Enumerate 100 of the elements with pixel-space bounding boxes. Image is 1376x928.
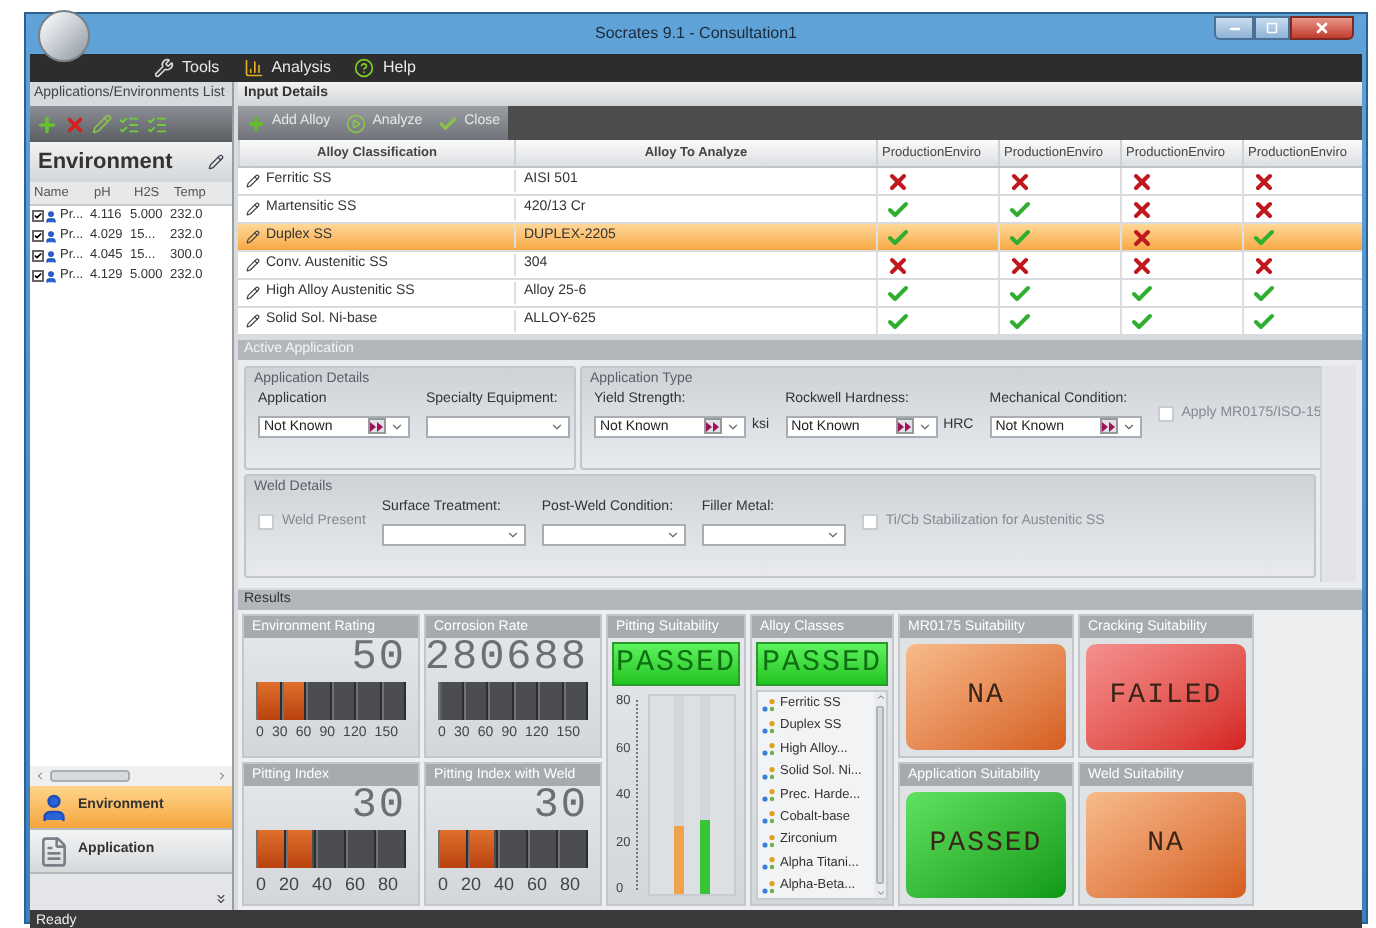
edit-icon[interactable] bbox=[246, 258, 260, 272]
tick-label: 20 bbox=[278, 872, 299, 898]
dropdown-field[interactable] bbox=[426, 415, 570, 437]
vertical-scrollbar[interactable] bbox=[874, 692, 886, 898]
forward-icon[interactable] bbox=[704, 418, 722, 434]
menu-item[interactable]: Analysis bbox=[243, 56, 331, 80]
tick-label: 0 bbox=[438, 872, 449, 898]
gauge-segment bbox=[463, 682, 488, 720]
play-icon bbox=[346, 113, 367, 133]
close-button[interactable] bbox=[1290, 16, 1354, 40]
list-icon[interactable] bbox=[146, 113, 168, 135]
app-orb-icon[interactable] bbox=[38, 10, 90, 62]
checkbox[interactable] bbox=[32, 210, 44, 222]
list-icon[interactable] bbox=[118, 113, 140, 135]
gauge-segment bbox=[438, 830, 468, 868]
gauge-segment bbox=[488, 682, 513, 720]
gauge-segment bbox=[316, 830, 346, 868]
edit-icon[interactable] bbox=[246, 202, 260, 216]
chart-icon bbox=[243, 58, 264, 78]
gauge-segment bbox=[498, 830, 528, 868]
person-icon bbox=[44, 209, 58, 223]
gauge-segment bbox=[306, 682, 331, 720]
checkbox[interactable] bbox=[32, 250, 44, 262]
person-icon bbox=[38, 791, 70, 823]
edit-icon[interactable] bbox=[246, 230, 260, 244]
gauge-segment bbox=[558, 830, 588, 868]
menu-item[interactable]: Help bbox=[354, 56, 416, 80]
gauge-segment bbox=[513, 682, 538, 720]
gauge-segment bbox=[281, 682, 306, 720]
molecule-icon bbox=[762, 833, 776, 848]
gauge-segment bbox=[438, 682, 463, 720]
wrench-icon bbox=[154, 58, 174, 78]
heading-text: Environment bbox=[38, 147, 175, 178]
gauge-reading: 30 bbox=[533, 788, 588, 828]
caret-icon[interactable] bbox=[390, 419, 404, 433]
caret-icon[interactable] bbox=[825, 527, 840, 541]
caret-icon[interactable] bbox=[917, 419, 932, 433]
gauge-segment bbox=[331, 682, 356, 720]
molecule-icon bbox=[762, 742, 776, 757]
add-icon[interactable] bbox=[36, 113, 58, 135]
person-icon bbox=[44, 229, 58, 243]
gauge-reading: 50 bbox=[351, 640, 406, 680]
status-tile: NA bbox=[1086, 792, 1246, 898]
tick-label: 40 bbox=[493, 872, 514, 898]
tick-label: 0 bbox=[256, 872, 267, 898]
maximize-button[interactable] bbox=[1254, 16, 1290, 40]
checkbox[interactable] bbox=[32, 230, 44, 242]
tick-label: 80 bbox=[559, 872, 580, 898]
gauge-reading: 280688 bbox=[424, 640, 588, 680]
horizontal-scrollbar[interactable] bbox=[30, 766, 232, 786]
caret-icon[interactable] bbox=[505, 527, 520, 541]
gauge-segment bbox=[286, 830, 316, 868]
gauge-segment bbox=[468, 830, 498, 868]
plus-icon bbox=[246, 113, 266, 133]
tick-label: 20 bbox=[460, 872, 481, 898]
person-icon bbox=[44, 269, 58, 283]
minimize-button[interactable] bbox=[1214, 16, 1254, 40]
caret-icon[interactable] bbox=[1121, 419, 1136, 433]
dropdown-field[interactable] bbox=[381, 523, 526, 545]
gauge-segment bbox=[346, 830, 376, 868]
scroll-thumb[interactable] bbox=[876, 706, 884, 884]
window-title: Socrates 9.1 - Consultation1 bbox=[595, 22, 797, 46]
expand-icon[interactable] bbox=[214, 892, 228, 906]
menu-item[interactable]: Tools bbox=[154, 56, 220, 80]
scroll-thumb[interactable] bbox=[50, 770, 130, 782]
tick-label: 60 bbox=[526, 872, 547, 898]
caret-icon[interactable] bbox=[665, 527, 680, 541]
help-icon bbox=[354, 58, 375, 78]
document-icon bbox=[38, 835, 70, 867]
gauge-segment bbox=[528, 830, 558, 868]
caret-icon[interactable] bbox=[726, 419, 740, 433]
dropdown-field[interactable] bbox=[541, 523, 686, 545]
status-display: PASSED bbox=[756, 642, 888, 686]
edit-icon[interactable] bbox=[208, 154, 224, 170]
molecule-icon bbox=[762, 697, 776, 711]
gauge-segment bbox=[256, 682, 281, 720]
molecule-icon bbox=[762, 765, 776, 780]
gauge-segment bbox=[563, 682, 588, 720]
tick-label: 60 bbox=[344, 872, 365, 898]
person-icon bbox=[44, 249, 58, 263]
dropdown-field[interactable] bbox=[701, 523, 846, 545]
caret-icon[interactable] bbox=[550, 419, 564, 433]
checkbox[interactable] bbox=[32, 270, 44, 282]
gauge-reading: 30 bbox=[351, 788, 406, 828]
edit-icon[interactable] bbox=[246, 174, 260, 188]
maximize-icon bbox=[1266, 22, 1278, 34]
molecule-icon bbox=[762, 719, 776, 734]
forward-icon[interactable] bbox=[368, 418, 386, 434]
gauge-segment bbox=[356, 682, 381, 720]
edit-icon[interactable] bbox=[246, 286, 260, 300]
forward-icon[interactable] bbox=[1099, 418, 1118, 434]
forward-icon[interactable] bbox=[895, 418, 914, 434]
close-icon bbox=[1314, 20, 1330, 36]
molecule-icon bbox=[762, 788, 776, 802]
molecule-icon bbox=[762, 856, 776, 871]
tick-label: 40 bbox=[311, 872, 332, 898]
molecule-icon bbox=[762, 810, 776, 825]
gauge-segment bbox=[256, 830, 286, 868]
edit-icon[interactable] bbox=[246, 314, 260, 328]
molecule-icon bbox=[762, 879, 776, 893]
